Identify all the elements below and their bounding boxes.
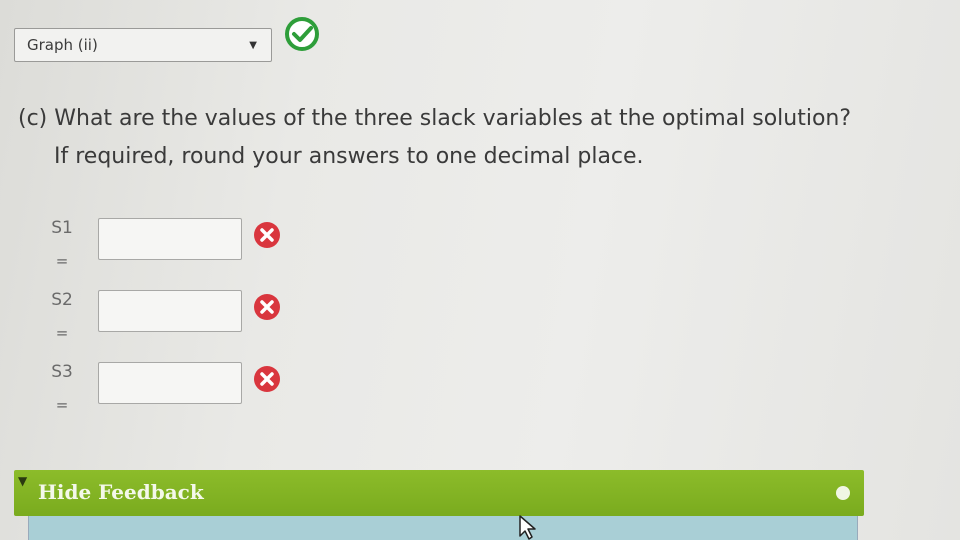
slack-label-s2: S2 <box>51 290 73 310</box>
hide-feedback-label: Hide Feedback <box>38 480 204 504</box>
slack-row-1: S1 = <box>48 218 308 288</box>
graph-select-value: Graph (ii) <box>27 36 98 54</box>
slack-input-s3[interactable] <box>98 362 242 404</box>
slack-row-2: S2 = <box>48 290 308 360</box>
slack-input-s2[interactable] <box>98 290 242 332</box>
incorrect-x-icon <box>254 222 280 248</box>
slack-row-3: S3 = <box>48 362 308 432</box>
slack-label-s3: S3 <box>51 362 73 382</box>
feedback-panel <box>28 516 858 540</box>
mouse-cursor-icon <box>519 515 536 540</box>
equals-sign: = <box>55 252 69 270</box>
question-text: (c) What are the values of the three sla… <box>18 100 938 176</box>
equals-sign: = <box>55 324 69 342</box>
incorrect-x-icon <box>254 294 280 320</box>
triangle-down-icon: ▼ <box>18 474 28 488</box>
checkmark-icon <box>285 17 319 51</box>
question-line-2: If required, round your answers to one d… <box>54 144 644 169</box>
chevron-down-icon: ▼ <box>249 39 257 51</box>
equals-sign: = <box>55 396 69 414</box>
graph-select[interactable]: Graph (ii) ▼ <box>14 28 272 62</box>
incorrect-x-icon <box>254 366 280 392</box>
slack-input-s1[interactable] <box>98 218 242 260</box>
hide-feedback-toggle[interactable]: ▼ Hide Feedback <box>14 470 864 516</box>
slack-label-s1: S1 <box>51 218 73 238</box>
expand-icon[interactable] <box>836 486 850 500</box>
question-line-1: (c) What are the values of the three sla… <box>18 106 852 131</box>
